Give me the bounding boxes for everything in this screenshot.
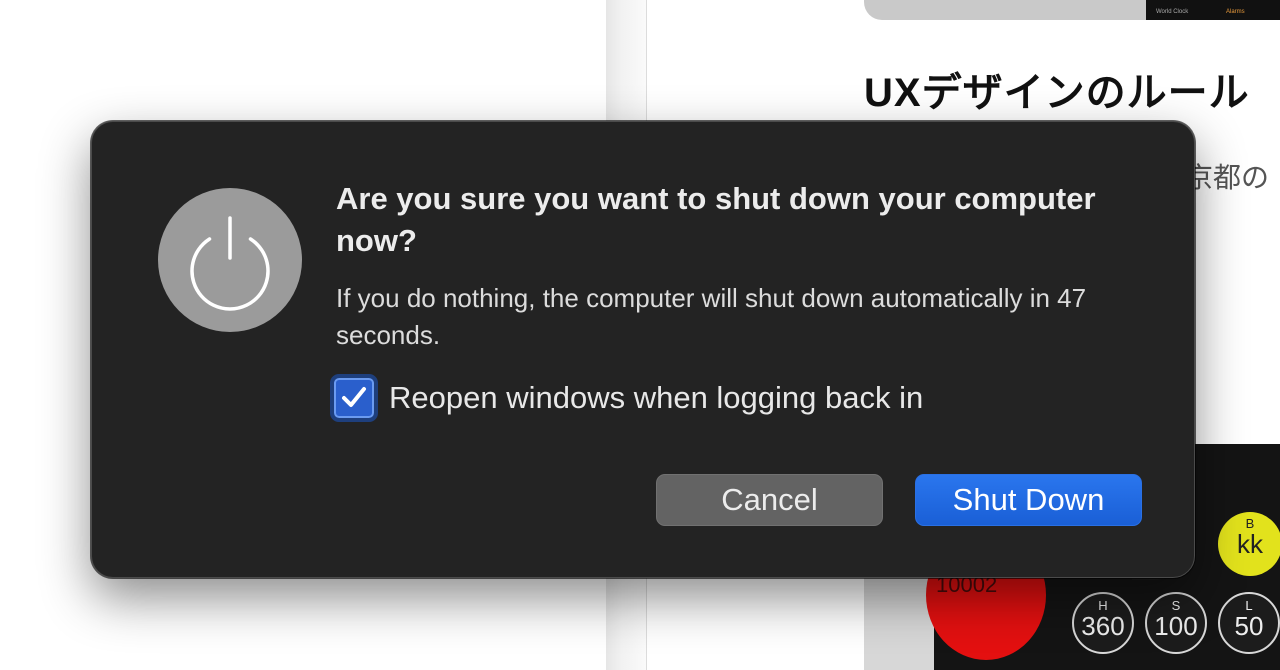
checkmark-icon [342,387,366,407]
reopen-windows-label[interactable]: Reopen windows when logging back in [389,380,923,416]
circle-value: 100 [1154,611,1198,641]
background-circle-l: L 50 [1218,592,1280,654]
circle-value: 50 [1234,611,1264,641]
circle-value: 360 [1081,611,1125,641]
phone-tab-world-clock: World Clock [1156,9,1189,15]
dialog-title: Are you sure you want to shut down your … [336,181,1096,258]
background-phone-tabbar: World Clock Alarms [1146,0,1280,20]
reopen-windows-checkbox[interactable] [330,374,378,422]
background-circle-h: H 360 [1072,592,1134,654]
background-article-text: 京都の [1185,162,1270,193]
phone-tab-alarms: Alarms [1226,9,1245,15]
circle-value: kk [1237,529,1263,559]
power-icon [158,188,302,332]
cancel-button[interactable]: Cancel [656,474,883,526]
background-circle-s: S 100 [1145,592,1207,654]
shut-down-button[interactable]: Shut Down [915,474,1142,526]
background-article-title: UXデザインのルール [864,71,1250,115]
shutdown-dialog: Are you sure you want to shut down your … [91,121,1195,578]
dialog-message: If you do nothing, the computer will shu… [336,283,1087,350]
background-circle-b: B kk [1218,512,1280,576]
reopen-windows-option[interactable]: Reopen windows when logging back in [330,374,1090,424]
